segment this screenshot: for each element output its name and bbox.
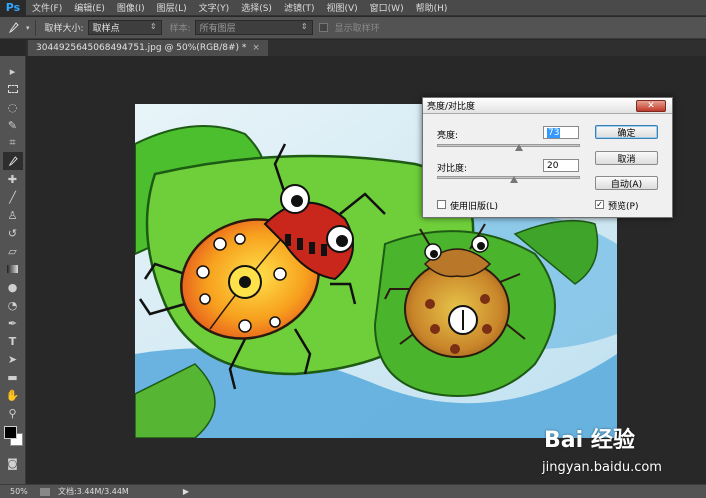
hand-icon[interactable]: ✋ [3, 386, 23, 404]
dodge-icon[interactable]: ◔ [3, 296, 23, 314]
quick-mask-icon[interactable]: ◙ [3, 454, 23, 472]
ok-button[interactable]: 确定 [595, 125, 658, 139]
document-tab-bar: 3044925645068494751.jpg @ 50%(RGB/8#) * … [26, 40, 706, 56]
legacy-checkbox[interactable] [437, 200, 446, 209]
sample-select[interactable]: 所有图层 ⇕ [194, 20, 313, 35]
show-ring-checkbox[interactable] [318, 23, 328, 32]
close-tab-icon[interactable]: × [252, 43, 260, 53]
blur-icon[interactable]: ● [3, 278, 23, 296]
quick-select-icon[interactable]: ✎ [3, 116, 23, 134]
auto-button-label: 自动(A) [610, 179, 643, 190]
cancel-button-label: 取消 [617, 154, 636, 165]
color-swatches [2, 424, 24, 450]
brightness-label: 亮度: [437, 131, 459, 141]
ok-button-label: 确定 [617, 128, 636, 139]
ps-logo: Ps [0, 0, 26, 16]
tools-panel: ▸ ◌ ✎ ⌗ ✚ ╱ ♙ ↺ ▱ ● ◔ ✒ T ➤ ▬ ✋ ⚲ ◙ [0, 56, 26, 484]
brightness-slider-thumb[interactable] [515, 144, 524, 151]
menu-filter[interactable]: 滤镜(T) [278, 1, 321, 14]
sample-size-select[interactable]: 取样点 ⇕ [87, 20, 162, 35]
chevron-down-icon: ⇕ [149, 22, 157, 31]
preview-checkbox[interactable]: ✓ [595, 200, 604, 209]
healing-brush-icon[interactable]: ✚ [3, 170, 23, 188]
type-icon[interactable]: T [3, 332, 23, 350]
zoom-icon[interactable]: ⚲ [3, 404, 23, 422]
brightness-contrast-dialog: 亮度/对比度 ✕ 亮度: 73 对比度: 20 使用旧版(L) 确定 取消 自动… [422, 97, 673, 218]
document-tab-title: 3044925645068494751.jpg @ 50%(RGB/8#) * [36, 43, 247, 53]
document-tab[interactable]: 3044925645068494751.jpg @ 50%(RGB/8#) * … [28, 40, 268, 56]
eyedropper-preset-icon[interactable] [0, 21, 26, 34]
menu-window[interactable]: 窗口(W) [364, 1, 410, 14]
dialog-title-bar[interactable]: 亮度/对比度 [423, 98, 672, 114]
menu-type[interactable]: 文字(Y) [193, 1, 236, 14]
cancel-button[interactable]: 取消 [595, 151, 658, 165]
path-select-icon[interactable]: ➤ [3, 350, 23, 368]
lasso-icon[interactable]: ◌ [3, 98, 23, 116]
status-bar: 50% 文档:3.44M/3.44M ▶ [0, 484, 706, 498]
options-bar: ▾ 取样大小: 取样点 ⇕ 样本: 所有图层 ⇕ 显示取样环 [0, 17, 706, 39]
zoom-level[interactable]: 50% [0, 487, 34, 496]
brush-icon[interactable]: ╱ [3, 188, 23, 206]
pen-icon[interactable]: ✒ [3, 314, 23, 332]
brightness-value: 73 [547, 127, 561, 138]
move-icon[interactable]: ▸ [3, 62, 23, 80]
document-size-info: 文档:3.44M/3.44M [58, 487, 129, 496]
menu-view[interactable]: 视图(V) [320, 1, 363, 14]
sample-size-label: 取样大小: [44, 24, 84, 34]
watermark-brand: Bai 经验 [544, 428, 635, 453]
menu-edit[interactable]: 编辑(E) [68, 1, 111, 14]
sample-value: 所有图层 [199, 24, 236, 34]
menu-image[interactable]: 图像(I) [111, 1, 151, 14]
history-brush-icon[interactable]: ↺ [3, 224, 23, 242]
contrast-label: 对比度: [437, 164, 468, 174]
preview-label: 预览(P) [608, 202, 639, 212]
foreground-color-swatch[interactable] [3, 426, 17, 439]
sample-label: 样本: [169, 24, 191, 34]
menu-select[interactable]: 选择(S) [235, 1, 278, 14]
marquee-icon[interactable] [3, 80, 23, 98]
menu-layer[interactable]: 图层(L) [151, 1, 193, 14]
rectangle-icon[interactable]: ▬ [3, 368, 23, 386]
status-menu-arrow-icon[interactable]: ▶ [183, 487, 189, 496]
baidu-jingyan-watermark: Bai 经验 jingyan.baidu.com [540, 420, 706, 484]
gradient-icon[interactable] [3, 260, 23, 278]
legacy-label: 使用旧版(L) [450, 202, 499, 212]
contrast-slider-track[interactable] [437, 176, 580, 179]
sample-size-value: 取样点 [92, 24, 120, 34]
show-ring-label: 显示取样环 [334, 24, 380, 34]
menu-help[interactable]: 帮助(H) [410, 1, 454, 14]
photoshop-window: Ps 文件(F) 编辑(E) 图像(I) 图层(L) 文字(Y) 选择(S) 滤… [0, 0, 706, 498]
eraser-icon[interactable]: ▱ [3, 242, 23, 260]
clone-stamp-icon[interactable]: ♙ [3, 206, 23, 224]
eyedropper-icon[interactable] [2, 152, 23, 170]
chevron-down-icon: ⇕ [300, 22, 308, 31]
brightness-input[interactable]: 73 [543, 126, 579, 139]
contrast-value: 20 [547, 160, 559, 171]
menu-bar: Ps 文件(F) 编辑(E) 图像(I) 图层(L) 文字(Y) 选择(S) 滤… [0, 0, 706, 16]
status-icon [40, 487, 50, 496]
crop-icon[interactable]: ⌗ [3, 134, 23, 152]
brightness-slider-track[interactable] [437, 144, 580, 147]
auto-button[interactable]: 自动(A) [595, 176, 658, 190]
contrast-input[interactable]: 20 [543, 159, 579, 172]
preset-dropdown-icon[interactable]: ▾ [26, 24, 30, 32]
divider [34, 19, 36, 36]
menu-file[interactable]: 文件(F) [26, 1, 68, 14]
dialog-title: 亮度/对比度 [427, 102, 476, 112]
close-icon[interactable]: ✕ [636, 100, 666, 112]
watermark-url: jingyan.baidu.com [542, 460, 662, 475]
contrast-slider-thumb[interactable] [510, 176, 519, 183]
